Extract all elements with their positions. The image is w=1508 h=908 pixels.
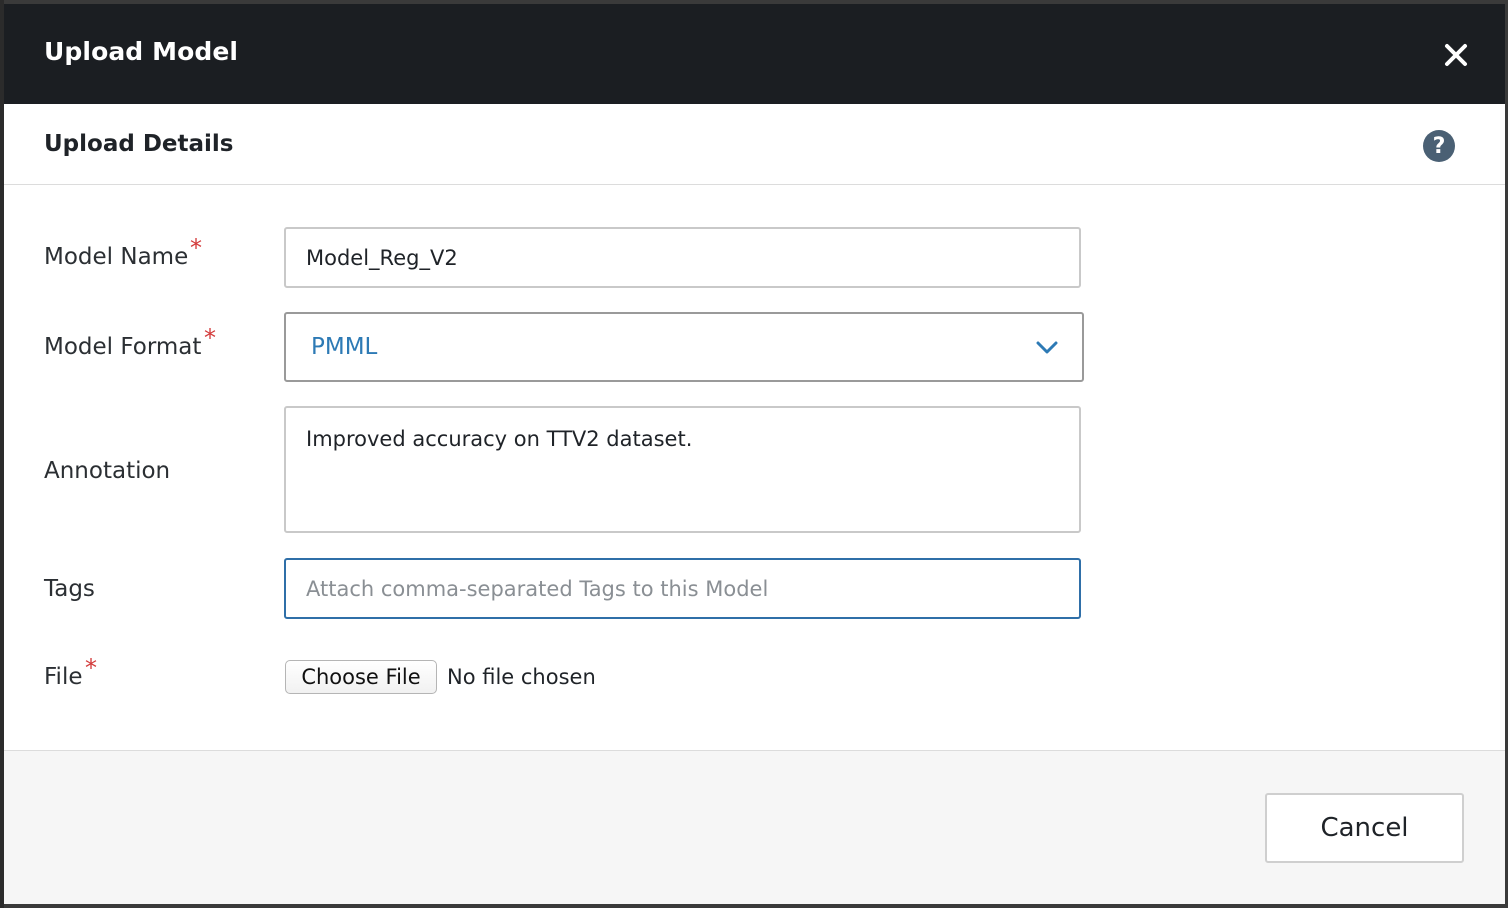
model-name-label-text: Model Name bbox=[44, 244, 189, 270]
close-icon bbox=[1445, 44, 1467, 66]
dialog-title: Upload Model bbox=[44, 37, 239, 66]
cancel-button[interactable]: Cancel bbox=[1265, 793, 1464, 863]
model-format-select[interactable]: PMML bbox=[284, 312, 1084, 382]
model-format-selected-value: PMML bbox=[311, 334, 378, 360]
file-status-text: No file chosen bbox=[447, 665, 596, 689]
model-format-label-text: Model Format bbox=[44, 334, 202, 360]
required-mark: * bbox=[204, 324, 216, 352]
dialog-titlebar: Upload Model bbox=[4, 4, 1505, 104]
required-mark: * bbox=[190, 234, 202, 262]
help-icon[interactable]: ? bbox=[1423, 130, 1455, 162]
model-name-label: Model Name * bbox=[44, 234, 202, 270]
required-mark: * bbox=[85, 654, 97, 682]
upload-model-dialog: Upload Model Upload Details ? Model Name… bbox=[4, 4, 1505, 904]
tags-label-text: Tags bbox=[44, 576, 95, 602]
dialog-footer: Cancel bbox=[4, 750, 1505, 904]
tags-label: Tags bbox=[44, 576, 95, 602]
section-title: Upload Details bbox=[44, 131, 234, 157]
tags-input[interactable] bbox=[284, 558, 1081, 619]
file-label: File * bbox=[44, 654, 97, 690]
chevron-down-icon bbox=[1036, 341, 1058, 354]
annotation-textarea[interactable]: Improved accuracy on TTV2 dataset. bbox=[284, 406, 1081, 533]
section-header: Upload Details ? bbox=[4, 104, 1505, 185]
close-button[interactable] bbox=[1441, 40, 1471, 70]
model-format-label: Model Format * bbox=[44, 324, 216, 360]
choose-file-button[interactable]: Choose File bbox=[285, 660, 437, 694]
file-label-text: File bbox=[44, 664, 83, 690]
annotation-label: Annotation bbox=[44, 458, 170, 484]
annotation-label-text: Annotation bbox=[44, 458, 171, 484]
model-name-input[interactable] bbox=[284, 227, 1081, 288]
